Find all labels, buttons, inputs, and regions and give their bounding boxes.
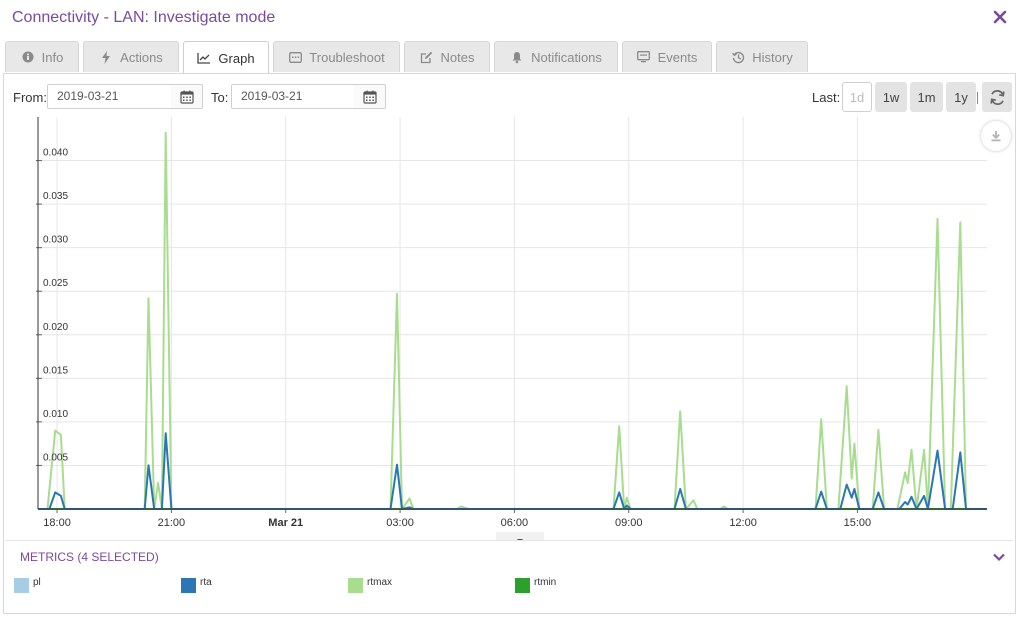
x-tick-label: 18:00 xyxy=(43,517,71,529)
tab-troubleshoot[interactable]: Troubleshoot xyxy=(273,41,400,72)
metric-swatch xyxy=(515,578,530,593)
history-icon xyxy=(731,50,745,64)
x-tick-label: Mar 21 xyxy=(268,517,303,529)
range-1d-button[interactable]: 1d xyxy=(842,82,872,112)
x-tick-label: 09:00 xyxy=(615,517,643,529)
tab-bar: Info Actions Graph Troubleshoot Notes No… xyxy=(5,41,812,74)
last-label: Last: xyxy=(812,90,841,105)
tab-label: History xyxy=(752,49,793,65)
toolbar-divider xyxy=(977,92,978,104)
graph-icon xyxy=(197,51,211,65)
x-tick-label: 21:00 xyxy=(158,517,186,529)
edit-icon xyxy=(420,50,434,64)
to-calendar-button[interactable] xyxy=(354,84,386,109)
range-1m-button[interactable]: 1m xyxy=(910,82,943,112)
tab-label: Actions xyxy=(120,49,163,65)
bolt-icon xyxy=(99,50,113,64)
series-line-rta xyxy=(38,432,987,510)
download-icon xyxy=(991,131,1001,142)
bell-icon xyxy=(510,50,524,64)
download-button[interactable] xyxy=(981,121,1011,151)
y-tick-label: 0.015 xyxy=(43,365,68,376)
metric-swatch xyxy=(181,578,196,593)
info-icon xyxy=(21,50,35,64)
metric-label: rta xyxy=(200,577,212,588)
metric-swatch xyxy=(348,578,363,593)
metric-label: rtmax xyxy=(367,577,392,588)
tab-info[interactable]: Info xyxy=(5,41,79,72)
y-tick-label: 0.030 xyxy=(43,235,68,246)
x-tick-label: 06:00 xyxy=(501,517,529,529)
to-label: To: xyxy=(211,90,229,105)
from-calendar-button[interactable] xyxy=(171,84,203,109)
range-1y-button[interactable]: 1y xyxy=(946,82,976,112)
window-title: Connectivity - LAN: Investigate mode xyxy=(12,9,276,26)
from-date-input[interactable]: 2019-03-21 xyxy=(47,84,173,109)
tab-notes[interactable]: Notes xyxy=(404,41,490,72)
metrics-section: METRICS (4 SELECTED) pl rta rtmax rtmin xyxy=(6,540,1013,612)
y-tick-label: 0.040 xyxy=(43,148,68,159)
tab-label: Notifications xyxy=(531,49,602,65)
metrics-toggle[interactable] xyxy=(992,550,1006,564)
chart-resize-handle[interactable] xyxy=(496,532,544,543)
tab-label: Graph xyxy=(218,50,255,66)
tab-notifications[interactable]: Notifications xyxy=(494,41,618,72)
calendar-icon xyxy=(179,90,194,104)
tab-label: Troubleshoot xyxy=(309,49,385,65)
tab-history[interactable]: History xyxy=(716,41,808,72)
title-bar: Connectivity - LAN: Investigate mode xyxy=(0,0,1019,36)
metric-rtmin[interactable]: rtmin xyxy=(515,577,556,593)
tab-graph[interactable]: Graph xyxy=(183,41,269,74)
to-date-input[interactable]: 2019-03-21 xyxy=(231,84,357,109)
rtt-line-chart: 0.005 0.010 0.015 0.020 0.025 0.030 0.035 0.040… xyxy=(36,117,987,529)
close-icon xyxy=(993,10,1007,24)
series-line-rtmax xyxy=(38,131,987,510)
tab-events[interactable]: Events xyxy=(622,41,712,72)
from-label: From: xyxy=(13,90,47,105)
metric-swatch xyxy=(14,578,29,593)
metric-rta[interactable]: rta xyxy=(181,577,212,593)
refresh-button[interactable] xyxy=(982,82,1012,112)
monitor-icon xyxy=(637,50,651,64)
tab-label: Info xyxy=(41,49,64,65)
calendar-icon xyxy=(362,90,377,104)
metric-pl[interactable]: pl xyxy=(14,577,41,593)
metric-label: pl xyxy=(33,577,41,588)
metric-rtmax[interactable]: rtmax xyxy=(348,577,392,593)
x-tick-label: 03:00 xyxy=(386,517,414,529)
tab-label: Events xyxy=(657,49,698,65)
y-tick-label: 0.005 xyxy=(43,452,68,463)
y-tick-label: 0.025 xyxy=(43,278,68,289)
metrics-title[interactable]: METRICS (4 SELECTED) xyxy=(20,550,159,564)
chevron-down-icon xyxy=(993,553,1005,562)
refresh-icon xyxy=(989,89,1005,105)
range-1w-button[interactable]: 1w xyxy=(875,82,907,112)
y-tick-label: 0.035 xyxy=(43,191,68,202)
tab-actions[interactable]: Actions xyxy=(83,41,179,72)
x-tick-label: 15:00 xyxy=(844,517,872,529)
tab-label: Notes xyxy=(440,49,475,65)
close-button[interactable] xyxy=(991,8,1009,26)
console-icon xyxy=(288,50,302,64)
graph-panel: From: 2019-03-21 To: 2019-03-21 Last: 1d… xyxy=(3,73,1016,614)
metric-label: rtmin xyxy=(534,577,557,588)
y-tick-label: 0.020 xyxy=(43,322,68,333)
x-tick-label: 12:00 xyxy=(729,517,757,529)
y-tick-label: 0.010 xyxy=(43,409,68,420)
